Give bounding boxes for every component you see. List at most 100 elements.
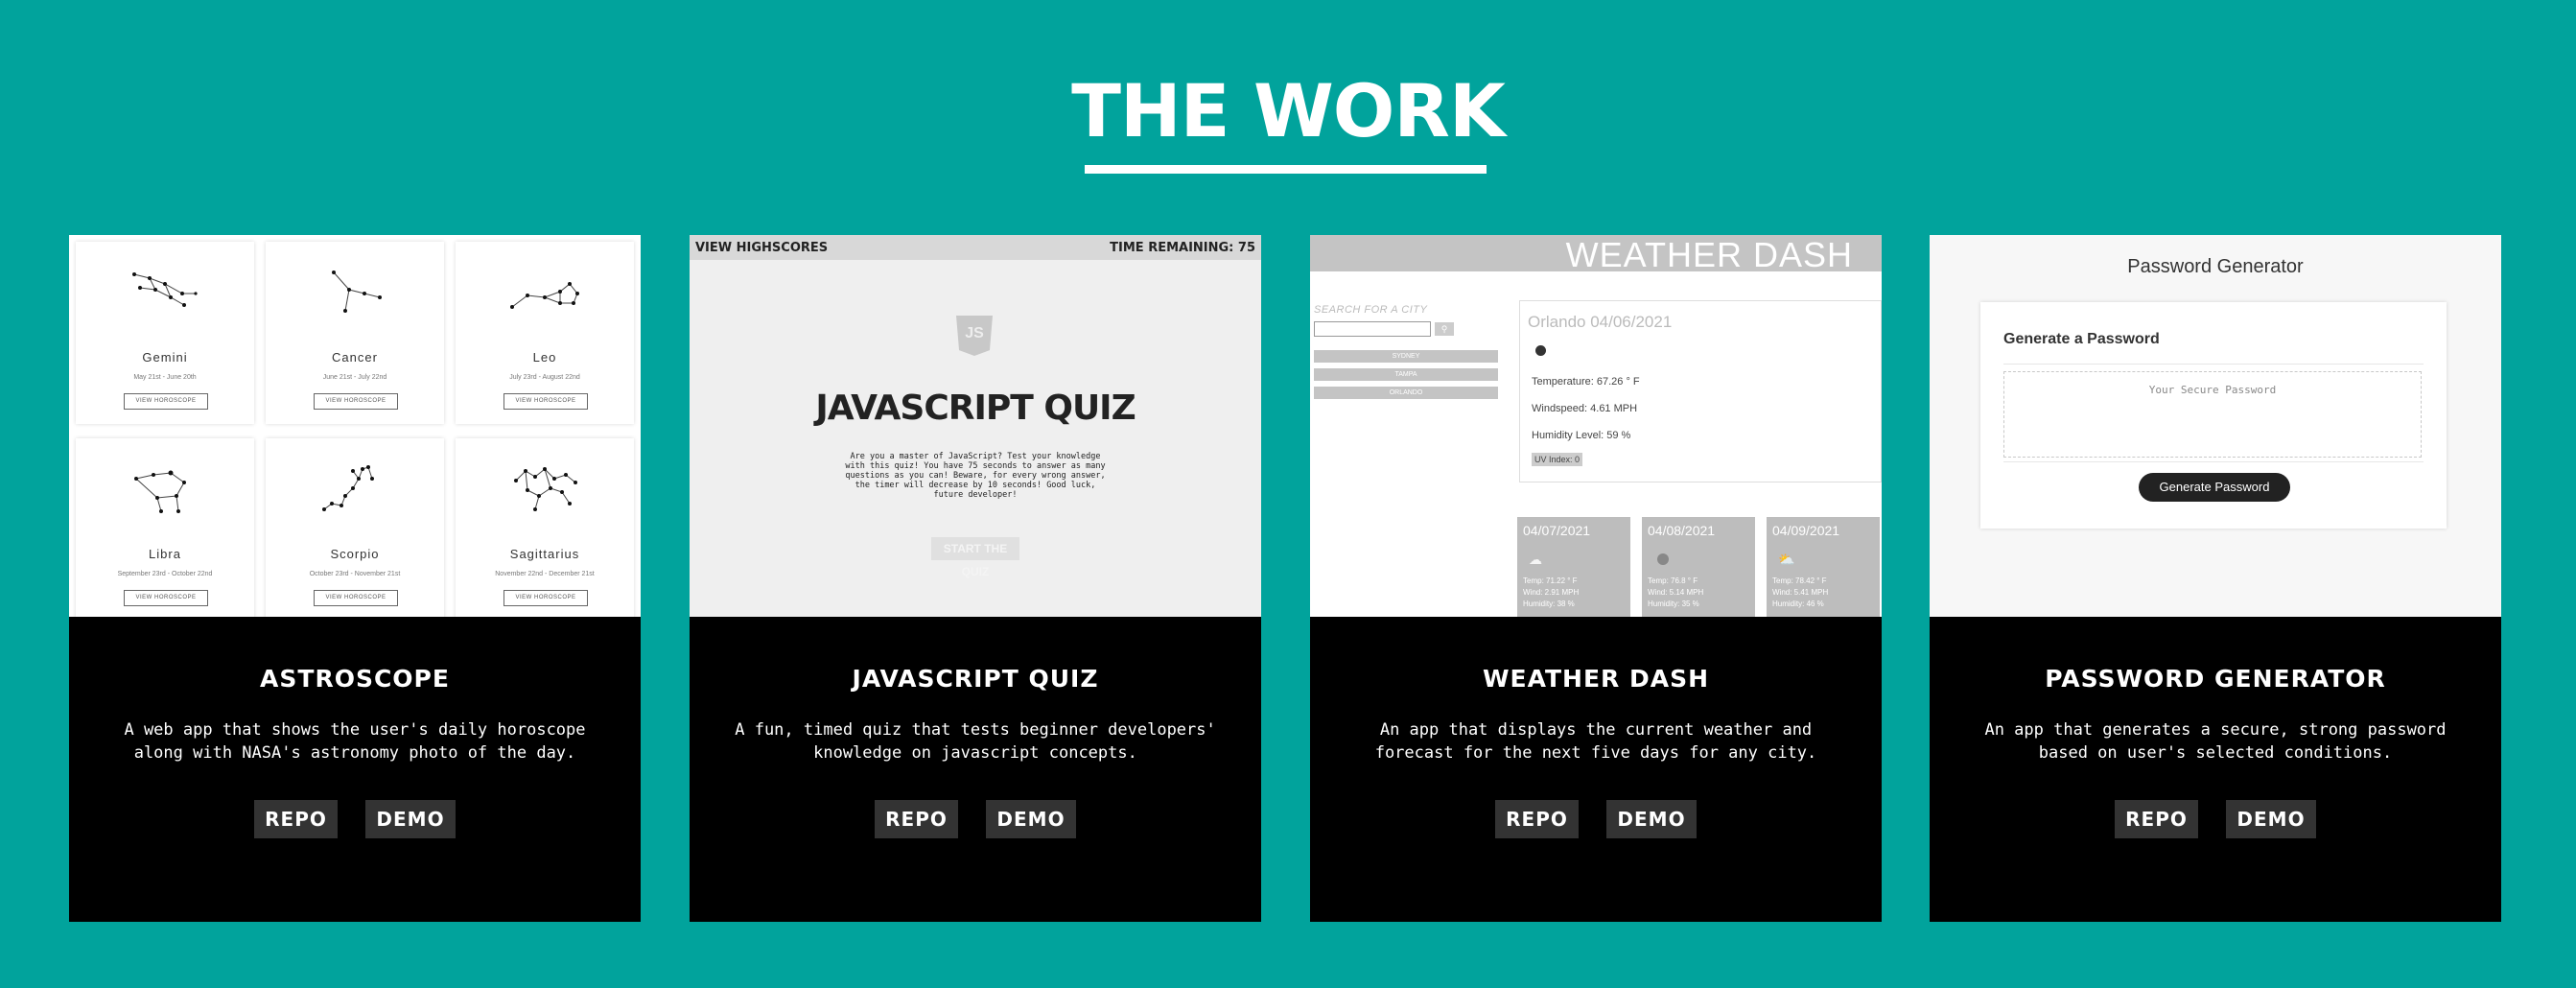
search-icon[interactable]: ⚲ [1435, 322, 1454, 336]
project-title: ASTROSCOPE [260, 665, 450, 693]
forecast-card: 04/09/2021 ⛅ Temp: 78.42 ° F Wind: 5.41 … [1767, 517, 1880, 617]
password-page-title: Password Generator [2127, 256, 2304, 277]
weather-header-title: WEATHER DASH [1565, 235, 1853, 274]
forecast-date: 04/07/2021 [1523, 523, 1591, 538]
section-title: THE WORK [1071, 68, 1506, 153]
description-line: based on user's selected conditions. [2038, 743, 2393, 763]
intro-line: questions as you can! Beware, for every … [845, 471, 1106, 481]
description-line: knowledge on javascript concepts. [813, 743, 1137, 763]
password-card-divider [2003, 364, 2424, 365]
zodiac-card-gemini: Gemini May 21st - June 20th VIEW HOROSCO… [76, 242, 254, 424]
zodiac-dates: November 22nd - December 21st [495, 571, 595, 577]
city-button[interactable]: ORLANDO [1314, 387, 1498, 399]
city-button[interactable]: SYDNEY [1314, 350, 1498, 363]
constellation-sagittarius-icon [514, 467, 577, 511]
demo-button[interactable]: DEMO [2226, 800, 2316, 838]
weather-header: WEATHER DASH [1310, 235, 1882, 274]
project-preview-weather-dash[interactable]: WEATHER DASH SEARCH FOR A CITY ⚲ SYDNEY … [1310, 235, 1882, 617]
project-card-password-generator: Password Generator Generate a Password Y… [1930, 235, 2501, 922]
project-card-astroscope: Gemini May 21st - June 20th VIEW HOROSCO… [69, 235, 641, 922]
title-underline [1085, 165, 1487, 174]
zodiac-dates: June 21st - July 22nd [322, 374, 387, 381]
forecast-wind: Wind: 5.14 MPH [1648, 588, 1704, 597]
zodiac-dates: September 23rd - October 22nd [117, 571, 213, 577]
description-line: An app that generates a secure, strong p… [1984, 720, 2447, 740]
forecast-wind: Wind: 5.41 MPH [1772, 588, 1829, 597]
project-info: ASTROSCOPE A web app that shows the user… [69, 617, 641, 922]
forecast-temp: Temp: 71.22 ° F [1523, 576, 1578, 585]
constellation-leo-icon [510, 282, 579, 309]
project-title: WEATHER DASH [1482, 665, 1710, 693]
constellation-scorpio-icon [322, 465, 374, 511]
description-line: along with NASA's astronomy photo of the… [133, 743, 576, 763]
demo-button[interactable]: DEMO [986, 800, 1076, 838]
generate-password-button[interactable]: Generate Password [2139, 473, 2290, 502]
repo-button[interactable]: REPO [254, 800, 338, 838]
start-quiz-button[interactable]: START THE QUIZ [931, 537, 1019, 578]
zodiac-dates: October 23rd - November 21st [309, 571, 401, 577]
forecast-humidity: Humidity: 38 % [1523, 600, 1575, 608]
city-button[interactable]: TAMPA [1314, 368, 1498, 381]
forecast-humidity: Humidity: 46 % [1772, 600, 1824, 608]
quiz-body: JS JAVASCRIPT QUIZ Are you a master of J… [690, 260, 1261, 617]
weather-condition-icon [1535, 345, 1546, 356]
intro-line: future developer! [933, 490, 1018, 500]
repo-button[interactable]: REPO [2115, 800, 2198, 838]
constellation-cancer-icon [332, 271, 382, 313]
project-description: A fun, timed quiz that tests beginner de… [728, 718, 1223, 765]
quiz-intro: Are you a master of JavaScript? Test you… [824, 452, 1127, 500]
project-preview-javascript-quiz[interactable]: VIEW HIGHSCORES TIME REMAINING: 75 JS JA… [690, 235, 1261, 617]
view-horoscope-button[interactable]: VIEW HOROSCOPE [124, 590, 208, 606]
forecast-humidity: Humidity: 35 % [1648, 600, 1699, 608]
forecast-card: 04/07/2021 ☁ Temp: 71.22 ° F Wind: 2.91 … [1517, 517, 1630, 617]
demo-button[interactable]: DEMO [365, 800, 456, 838]
project-card-weather-dash: WEATHER DASH SEARCH FOR A CITY ⚲ SYDNEY … [1310, 235, 1882, 922]
view-horoscope-button[interactable]: VIEW HOROSCOPE [503, 393, 588, 410]
project-info: WEATHER DASH An app that displays the cu… [1310, 617, 1882, 922]
view-horoscope-button[interactable]: VIEW HOROSCOPE [124, 393, 208, 410]
zodiac-card-leo: Leo July 23rd - August 22nd VIEW HOROSCO… [456, 242, 634, 424]
project-title: PASSWORD GENERATOR [2045, 665, 2386, 693]
repo-button[interactable]: REPO [875, 800, 958, 838]
js-logo-icon: JS [956, 316, 993, 356]
password-card-divider [2003, 461, 2424, 462]
project-description: An app that displays the current weather… [1348, 718, 1843, 765]
intro-line: Are you a master of JavaScript? Test you… [850, 452, 1101, 461]
intro-line: the timer will decrease by 10 seconds! G… [855, 481, 1096, 490]
time-remaining: TIME REMAINING: 75 [1110, 241, 1255, 255]
current-weather-panel: Orlando 04/06/2021 Temperature: 67.26 ° … [1519, 300, 1882, 482]
password-placeholder: Your Secure Password [2148, 384, 2277, 396]
zodiac-dates: May 21st - June 20th [133, 374, 197, 381]
demo-button[interactable]: DEMO [1606, 800, 1697, 838]
city-search-input[interactable] [1314, 321, 1431, 337]
project-card-javascript-quiz: VIEW HIGHSCORES TIME REMAINING: 75 JS JA… [690, 235, 1261, 922]
view-horoscope-button[interactable]: VIEW HOROSCOPE [314, 590, 398, 606]
project-description: A web app that shows the user's daily ho… [107, 718, 602, 765]
view-horoscope-button[interactable]: VIEW HOROSCOPE [503, 590, 588, 606]
zodiac-name: Leo [532, 350, 557, 365]
forecast-temp: Temp: 76.8 ° F [1648, 576, 1698, 585]
forecast-card: 04/08/2021 Temp: 76.8 ° F Wind: 5.14 MPH… [1642, 517, 1755, 617]
zodiac-name: Scorpio [330, 547, 380, 561]
zodiac-name: Libra [149, 547, 181, 561]
view-horoscope-button[interactable]: VIEW HOROSCOPE [314, 393, 398, 410]
password-card-title: Generate a Password [2003, 331, 2160, 347]
intro-line: with this quiz! You have 75 seconds to a… [845, 461, 1106, 471]
project-preview-password-generator[interactable]: Password Generator Generate a Password Y… [1930, 235, 2501, 617]
zodiac-name: Sagittarius [509, 547, 580, 561]
zodiac-card-libra: Libra September 23rd - October 22nd VIEW… [76, 438, 254, 617]
current-humidity: Humidity Level: 59 % [1532, 430, 1631, 441]
project-preview-astroscope[interactable]: Gemini May 21st - June 20th VIEW HOROSCO… [69, 235, 641, 617]
project-info: PASSWORD GENERATOR An app that generates… [1930, 617, 2501, 922]
quiz-top-bar: VIEW HIGHSCORES TIME REMAINING: 75 [690, 235, 1261, 260]
partly-cloudy-icon: ⛅ [1778, 552, 1795, 567]
view-highscores-link[interactable]: VIEW HIGHSCORES [695, 241, 828, 255]
zodiac-name: Cancer [332, 350, 378, 365]
description-line: An app that displays the current weather… [1379, 720, 1813, 740]
current-temperature: Temperature: 67.26 ° F [1532, 376, 1640, 388]
repo-button[interactable]: REPO [1495, 800, 1579, 838]
zodiac-dates: July 23rd - August 22nd [509, 374, 580, 381]
description-line: A web app that shows the user's daily ho… [124, 720, 586, 740]
password-output[interactable]: Your Secure Password [2003, 371, 2422, 458]
constellation-gemini-icon [132, 272, 198, 307]
